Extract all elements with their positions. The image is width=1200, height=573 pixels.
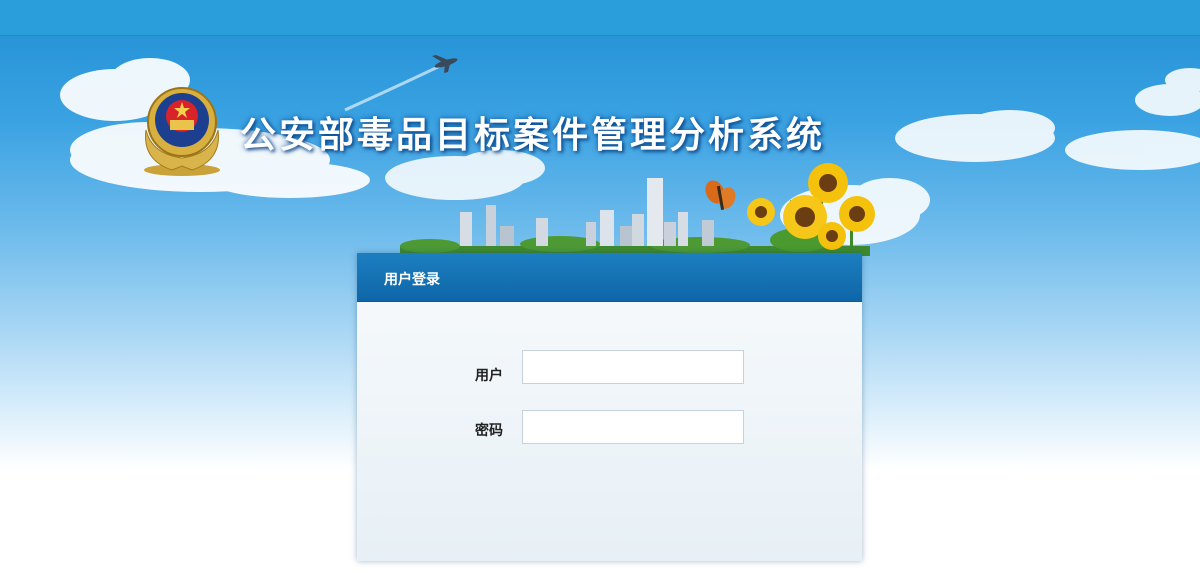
system-title: 公安部毒品目标案件管理分析系统 [240,115,826,156]
username-label: 用户 [475,368,503,384]
password-input[interactable] [522,410,744,444]
police-emblem-icon [144,87,220,176]
airplane-icon [432,55,458,73]
login-page: 公安部毒品目标案件管理分析系统 用户登录 用户 密码 [0,0,1200,573]
butterfly-icon [705,180,736,210]
contrail [344,64,441,112]
panel-title: 用户登录 [384,272,440,288]
login-panel: 用户登录 用户 密码 [357,253,862,561]
username-input[interactable] [522,350,744,384]
password-label: 密码 [475,423,503,439]
